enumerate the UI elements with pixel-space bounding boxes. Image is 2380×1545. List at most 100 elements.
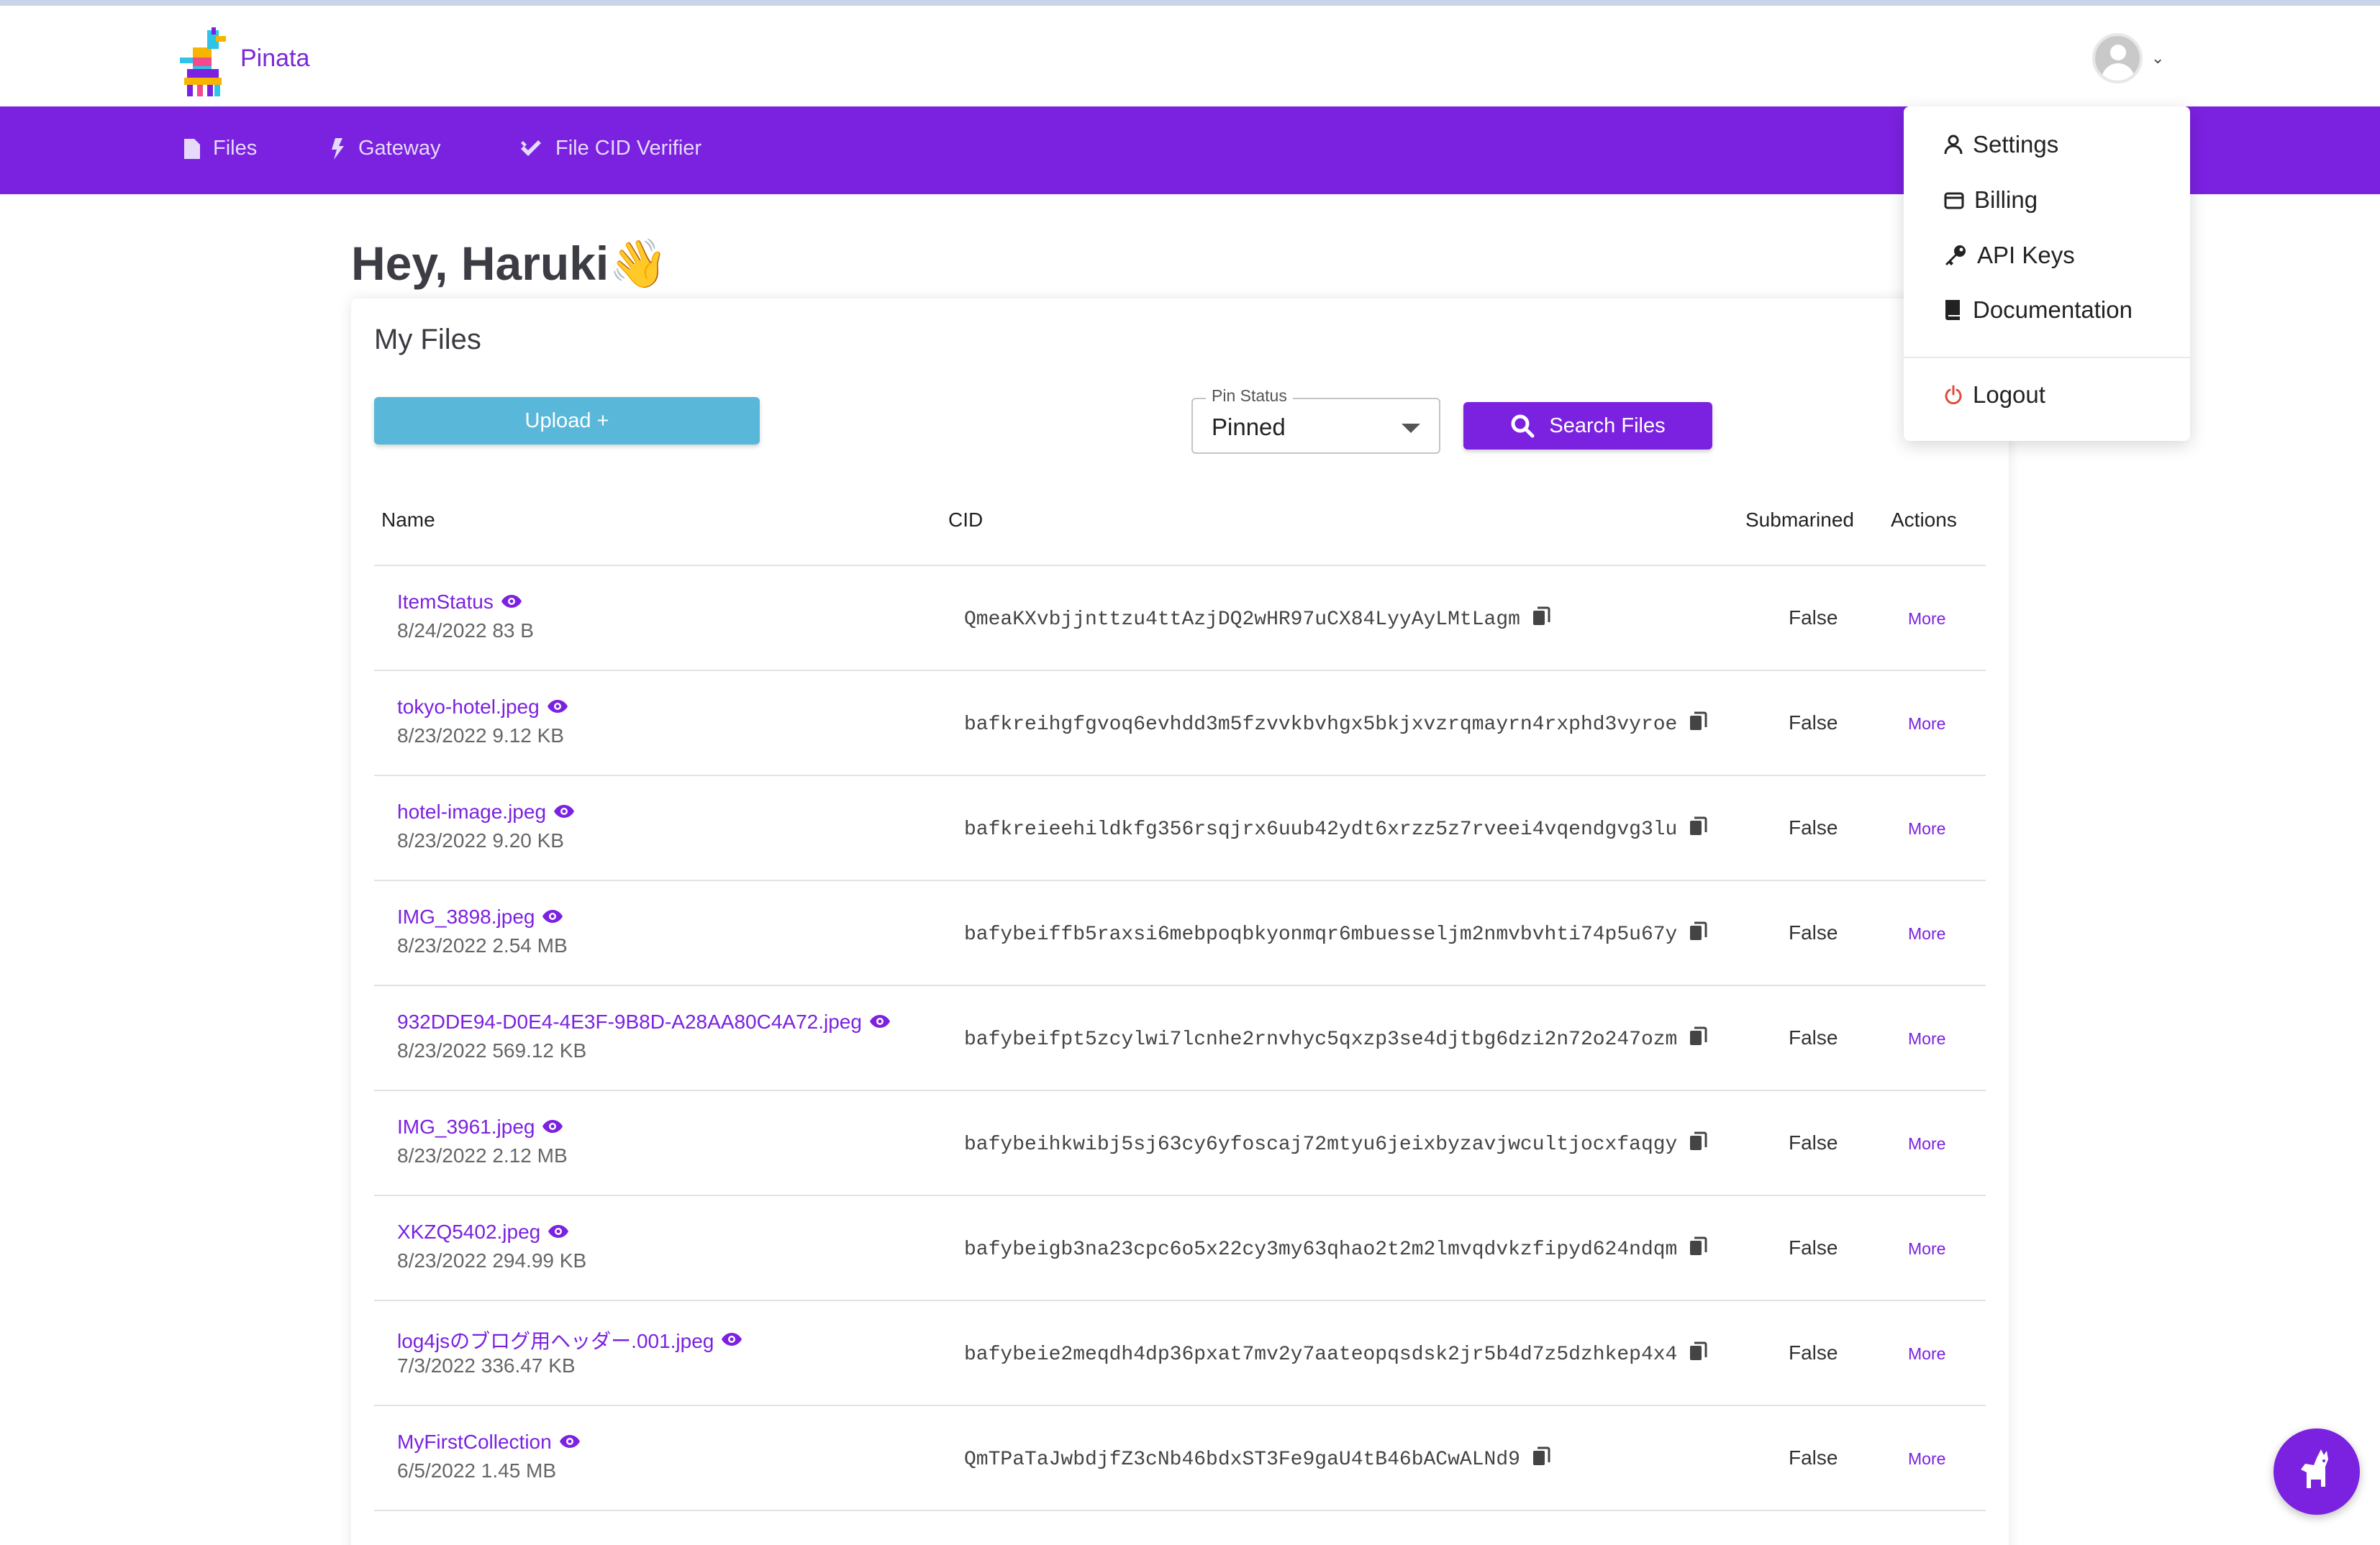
menu-item-logout[interactable]: Logout [1944,381,2045,409]
more-actions-link[interactable]: More [1908,1134,1945,1154]
cid-value: bafybeiffb5raxsi6mebpoqbkyonmqr6mbuessel… [964,924,1678,946]
eye-icon[interactable] [559,1431,581,1454]
more-actions-link[interactable]: More [1908,609,1945,629]
nav-item-files[interactable]: Files [184,137,257,160]
file-name-link[interactable]: log4jsのブログ用ヘッダー.001.jpeg [397,1326,742,1354]
file-name[interactable]: tokyo-hotel.jpeg [397,696,540,719]
menu-divider [1904,357,2190,358]
cid-value: bafkreihgfgvoq6evhdd3m5fzvvkbvhgx5bkjxvz… [964,714,1678,736]
search-icon [1511,414,1535,438]
menu-item-billing[interactable]: Billing [1944,186,2038,214]
key-icon [1945,245,1966,265]
menu-item-api-keys[interactable]: API Keys [1944,242,2075,269]
menu-item-label: Documentation [1973,296,2133,323]
cid-cell: bafybeie2meqdh4dp36pxat7mv2y7aateopqsdsk… [964,1341,1707,1368]
pinata-logo[interactable] [178,26,229,98]
cid-value: bafybeigb3na23cpc6o5x22cy3my63qhao2t2m2l… [964,1239,1678,1261]
nav-item-file-cid-verifier[interactable]: File CID Verifier [519,137,701,160]
search-files-button[interactable]: Search Files [1463,402,1712,450]
file-name[interactable]: log4jsのブログ用ヘッダー.001.jpeg [397,1326,714,1354]
file-meta: 8/23/2022 9.20 KB [397,829,564,852]
avatar[interactable] [2092,33,2143,83]
cid-cell: bafybeigb3na23cpc6o5x22cy3my63qhao2t2m2l… [964,1236,1707,1263]
submarined-value: False [1789,921,1838,944]
top-header: Pinata ⌄ [0,6,2380,106]
more-actions-link[interactable]: More [1908,1344,1945,1364]
more-actions-link[interactable]: More [1908,1449,1945,1469]
file-name-link[interactable]: 932DDE94-D0E4-4E3F-9B8D-A28AA80C4A72.jpe… [397,1011,891,1034]
account-menu-trigger[interactable]: ⌄ [2092,33,2164,83]
eye-icon[interactable] [869,1011,891,1034]
submarined-value: False [1789,1131,1838,1154]
file-name[interactable]: IMG_3898.jpeg [397,906,535,929]
file-name[interactable]: hotel-image.jpeg [397,801,546,824]
more-actions-link[interactable]: More [1908,1029,1945,1049]
book-icon [1945,300,1960,320]
eye-icon[interactable] [553,801,575,824]
cid-cell: bafybeiffb5raxsi6mebpoqbkyonmqr6mbuessel… [964,921,1707,948]
file-name-link[interactable]: tokyo-hotel.jpeg [397,696,568,719]
table-row: log4jsのブログ用ヘッダー.001.jpeg 7/3/2022 336.47 … [374,1300,1986,1405]
file-name-link[interactable]: IMG_3961.jpeg [397,1116,563,1139]
file-meta: 8/23/2022 2.12 MB [397,1144,568,1167]
eye-icon[interactable] [542,1116,563,1139]
pin-status-select[interactable]: Pin Status Pinned [1191,386,1440,454]
copy-icon[interactable] [1690,1131,1707,1158]
column-header-name[interactable]: Name [381,509,435,532]
more-actions-link[interactable]: More [1908,924,1945,944]
copy-icon[interactable] [1690,816,1707,843]
file-name-link[interactable]: ItemStatus [397,591,522,614]
table-row: MyFirstCollection 6/5/2022 1.45 MB QmTPaTa… [374,1405,1986,1510]
eye-icon[interactable] [547,696,568,719]
upload-button[interactable]: Upload + [374,397,760,445]
file-meta: 8/23/2022 9.12 KB [397,724,564,747]
cid-value: QmTPaTaJwbdjfZ3cNb46bdxST3Fe9gaU4tB46bAC… [964,1449,1520,1471]
file-name-link[interactable]: MyFirstCollection [397,1431,581,1454]
copy-icon[interactable] [1690,921,1707,948]
chevron-down-icon[interactable]: ⌄ [2151,49,2164,68]
eye-icon[interactable] [721,1328,742,1352]
table-row: XKZQ5402.jpeg 8/23/2022 294.99 KB bafybeig… [374,1195,1986,1300]
table-row: 932DDE94-D0E4-4E3F-9B8D-A28AA80C4A72.jpe… [374,985,1986,1090]
file-name[interactable]: 932DDE94-D0E4-4E3F-9B8D-A28AA80C4A72.jpe… [397,1011,862,1034]
file-name[interactable]: ItemStatus [397,591,494,614]
eye-icon[interactable] [501,591,522,614]
file-meta: 8/23/2022 569.12 KB [397,1039,587,1062]
pin-status-label: Pin Status [1206,386,1293,406]
copy-icon[interactable] [1690,711,1707,738]
help-chat-button[interactable] [2274,1428,2360,1515]
power-icon [1945,385,1962,405]
column-header-cid[interactable]: CID [948,509,983,532]
more-actions-link[interactable]: More [1908,819,1945,839]
more-actions-link[interactable]: More [1908,1239,1945,1259]
table-row: IMG_3961.jpeg 8/23/2022 2.12 MB bafybeihkw… [374,1090,1986,1195]
file-name[interactable]: XKZQ5402.jpeg [397,1221,540,1244]
menu-item-settings[interactable]: Settings [1944,131,2058,158]
column-header-submarined[interactable]: Submarined [1745,509,1854,532]
file-name[interactable]: MyFirstCollection [397,1431,552,1454]
eye-icon[interactable] [548,1221,569,1244]
wallet-icon [1944,192,1964,209]
window-top-border [0,0,2380,6]
copy-icon[interactable] [1690,1341,1707,1368]
submarined-value: False [1789,1026,1838,1049]
copy-icon[interactable] [1690,1026,1707,1053]
file-name-link[interactable]: hotel-image.jpeg [397,801,575,824]
nav-item-gateway[interactable]: Gateway [330,137,440,160]
caret-down-icon [1402,424,1420,433]
brand-name[interactable]: Pinata [240,45,309,73]
file-name-link[interactable]: IMG_3898.jpeg [397,906,563,929]
file-name-link[interactable]: XKZQ5402.jpeg [397,1221,569,1244]
copy-icon[interactable] [1690,1236,1707,1263]
menu-item-documentation[interactable]: Documentation [1944,296,2133,324]
more-actions-link[interactable]: More [1908,714,1945,734]
menu-item-label: Billing [1974,186,2038,213]
file-meta: 8/23/2022 2.54 MB [397,934,568,957]
eye-icon[interactable] [542,906,563,929]
submarined-value: False [1789,606,1838,629]
copy-icon[interactable] [1532,1446,1550,1473]
copy-icon[interactable] [1532,606,1550,633]
table-row-divider [374,1510,1986,1545]
file-name[interactable]: IMG_3961.jpeg [397,1116,535,1139]
user-icon [1944,135,1963,155]
